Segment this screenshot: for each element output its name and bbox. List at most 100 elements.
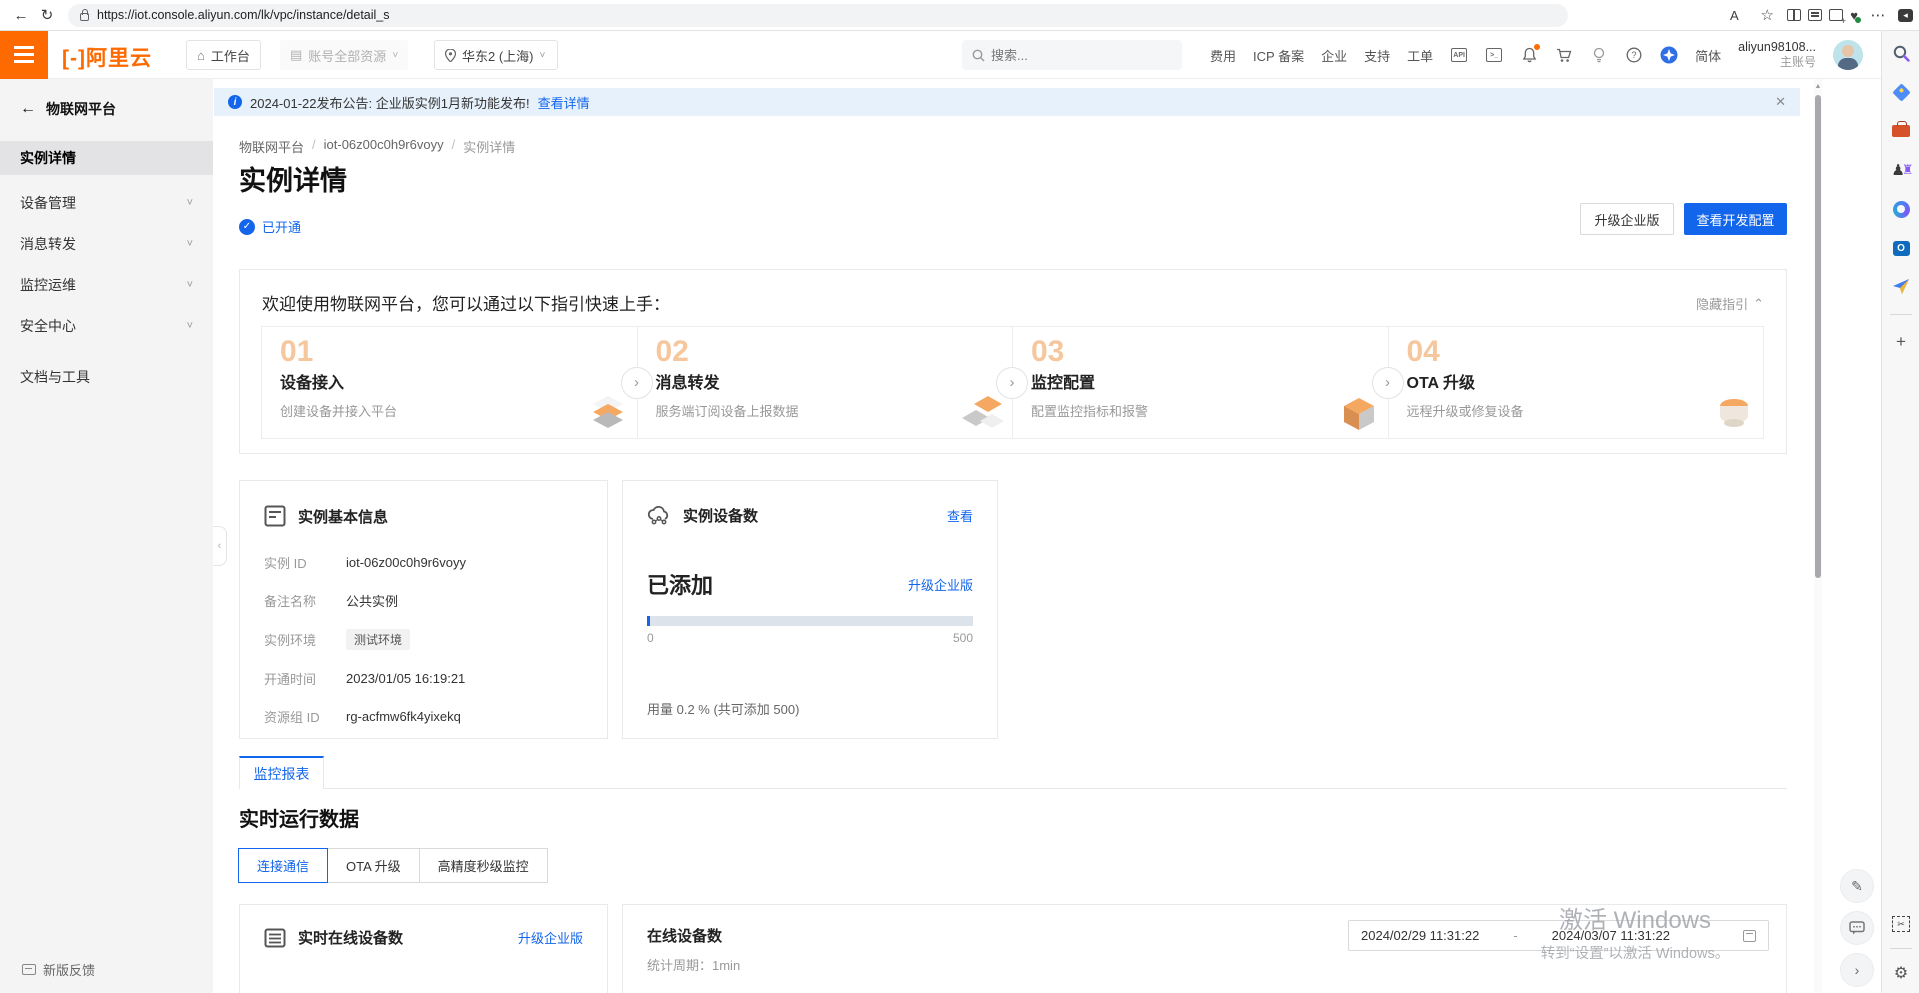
nav-ticket[interactable]: 工单 [1407,46,1433,65]
collections-icon[interactable] [1808,9,1822,21]
lightbulb-icon[interactable] [1590,46,1608,64]
usage-text: 用量 0.2 % (共可添加 500) [647,699,799,718]
resource-scope-select[interactable]: ▤ 账号全部资源 ˅ [280,40,408,70]
guide-card-number: 03 [1031,337,1370,367]
hide-guide-button[interactable]: 隐藏指引 ⌃ [1696,294,1764,313]
view-devices-link[interactable]: 查看 [947,506,973,525]
guide-card-illustration [962,394,1004,434]
status-row: ✓ 已开通 [239,217,301,236]
guide-card-monitoring-config[interactable]: 03 监控配置 配置监控指标和报警 › [1012,326,1389,439]
address-bar[interactable]: https://iot.console.aliyun.com/lk/vpc/in… [68,4,1568,27]
sidebar-item-security-center[interactable]: 安全中心 ˅ [0,305,213,346]
calendar-icon[interactable] [1743,930,1756,942]
resource-group-value: rg-acfmw6fk4yixekq [346,709,461,724]
aliyun-logo[interactable]: [-]阿里云 [62,42,152,72]
guide-card-device-access[interactable]: 01 设备接入 创建设备并接入平台 › [261,326,638,439]
nav-billing[interactable]: 费用 [1210,46,1236,65]
nav-icp[interactable]: ICP 备案 [1253,46,1304,65]
feedback-button[interactable]: 新版反馈 [22,960,95,979]
date-range-picker[interactable]: 2024/02/29 11:31:22 - 2024/03/07 11:31:2… [1348,920,1769,951]
notification-bell-icon[interactable] [1520,46,1538,64]
sidebar-item-docs-tools[interactable]: 文档与工具 [0,356,213,397]
sidebar-games-icon[interactable]: ♟♜ [1889,158,1913,182]
filter-ota-upgrade[interactable]: OTA 升级 [327,848,420,883]
content-scrollbar[interactable]: ▲ [1814,79,1822,993]
back-arrow-icon: ← [20,100,36,118]
guide-card-illustration [1338,394,1380,434]
table-icon [264,928,286,948]
page-title: 实例详情 [239,159,347,198]
sidebar-settings-icon[interactable]: ⚙ [1889,961,1913,985]
date-start[interactable]: 2024/02/29 11:31:22 [1361,928,1479,943]
sidebar-item-monitoring-ops[interactable]: 监控运维 ˅ [0,264,213,305]
breadcrumb-item[interactable]: iot-06z00c0h9r6voyy [324,137,444,156]
sidebar-item-device-management[interactable]: 设备管理 ˅ [0,182,213,223]
upgrade-enterprise-button[interactable]: 升级企业版 [1580,203,1674,235]
banner-close-icon[interactable]: ✕ [1775,94,1786,110]
collapse-helpers-button[interactable]: › [1840,953,1874,987]
sidebar-collapse-handle[interactable]: ‹ [213,526,227,566]
upgrade-enterprise-link[interactable]: 升级企业版 [518,928,583,947]
sidebar-item-message-forwarding[interactable]: 消息转发 ˅ [0,223,213,264]
workbench-label: 工作台 [211,46,250,65]
next-step-chevron-icon[interactable]: › [1372,367,1404,399]
sidebar-add-icon[interactable]: + [1889,330,1913,354]
community-icon[interactable] [1660,46,1678,64]
scrollbar-thumb[interactable] [1815,95,1821,578]
sidebar-item-instance-detail[interactable]: 实例详情 [0,141,213,175]
header-search[interactable] [962,40,1182,70]
account-menu[interactable]: aliyun98108... 主账号 [1738,40,1816,71]
back-icon[interactable]: ← [8,7,34,24]
split-screen-icon[interactable] [1787,9,1801,21]
hamburger-menu-button[interactable] [0,31,48,79]
sidebar-outlook-icon[interactable]: O [1889,236,1913,260]
region-select[interactable]: 华东2 (上海) ˅ [434,40,558,70]
workbench-button[interactable]: ⌂ 工作台 [186,40,261,70]
edit-feedback-button[interactable]: ✎ [1840,869,1874,903]
sidebar-toggle-icon[interactable]: ◂ [1898,9,1913,22]
view-devconfig-button[interactable]: 查看开发配置 [1684,203,1787,235]
refresh-icon[interactable]: ↻ [34,6,60,24]
sidebar-search-icon[interactable] [1889,41,1913,65]
terminal-icon[interactable]: >_ [1485,46,1503,64]
nav-enterprise[interactable]: 企业 [1321,46,1347,65]
filter-high-precision[interactable]: 高精度秒级监控 [419,848,548,883]
cart-icon[interactable] [1555,46,1573,64]
url-text[interactable]: https://iot.console.aliyun.com/lk/vpc/in… [97,8,390,22]
sidebar-m365-icon[interactable] [1889,197,1913,221]
tab-monitor-report[interactable]: 监控报表 [239,756,324,789]
more-menu-icon[interactable]: ⋯ [1865,6,1891,24]
guide-card-message-forwarding[interactable]: 02 消息转发 服务端订阅设备上报数据 › [637,326,1014,439]
banner-detail-link[interactable]: 查看详情 [538,93,590,112]
scale-min: 0 [647,631,654,645]
api-icon[interactable]: API [1450,46,1468,64]
upgrade-enterprise-link[interactable]: 升级企业版 [908,575,973,594]
sidebar-shopping-icon[interactable] [1889,80,1913,104]
browser-essentials-icon[interactable]: ♥ [1850,8,1858,23]
language-select[interactable]: 简体 [1695,46,1721,65]
sidebar-drop-icon[interactable] [1889,275,1913,299]
read-aloud-icon[interactable]: A [1721,8,1747,23]
date-end[interactable]: 2024/03/07 11:31:22 [1552,928,1670,943]
favorites-star-icon[interactable]: ☆ [1754,6,1780,24]
guide-card-title: OTA 升级 [1407,369,1746,393]
sidebar-tools-icon[interactable] [1889,119,1913,143]
guide-title: 欢迎使用物联网平台，您可以通过以下指引快速上手： [262,290,670,315]
nav-support[interactable]: 支持 [1364,46,1390,65]
duplicate-tab-icon[interactable] [1829,9,1843,21]
sidebar-screenshot-icon[interactable]: ✂ [1889,912,1913,936]
next-step-chevron-icon[interactable]: › [621,367,653,399]
help-icon[interactable]: ? [1625,46,1643,64]
search-input[interactable] [991,48,1151,63]
guide-card-number: 02 [656,337,995,367]
filter-connection-comm[interactable]: 连接通信 [238,848,328,883]
next-step-chevron-icon[interactable]: › [996,367,1028,399]
scrollbar-up-arrow[interactable]: ▲ [1814,83,1822,90]
sidebar-item-label: 消息转发 [20,234,76,254]
guide-card-ota-upgrade[interactable]: 04 OTA 升级 远程升级或修复设备 [1388,326,1765,439]
avatar[interactable] [1833,40,1863,70]
lock-icon [80,13,89,21]
breadcrumb-item[interactable]: 物联网平台 [239,137,304,156]
chat-feedback-button[interactable] [1840,911,1874,945]
sidebar-back-button[interactable]: ← 物联网平台 [20,99,116,119]
